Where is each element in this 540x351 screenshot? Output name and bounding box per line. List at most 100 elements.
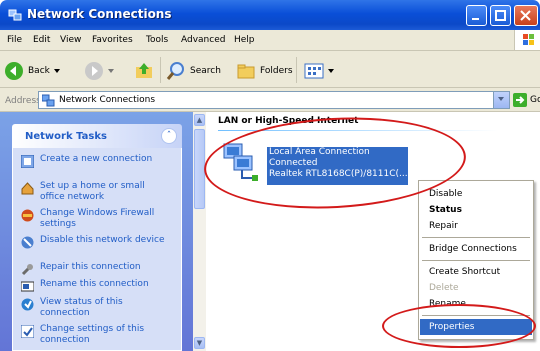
task-view-status[interactable]: View status of this connection	[21, 297, 170, 319]
menu-help[interactable]: Help	[234, 35, 255, 45]
go-label: Go	[530, 95, 540, 105]
toolbar-separator	[296, 57, 297, 83]
task-pane: Network Tasks ˆ Create a new connection …	[0, 112, 193, 351]
group-divider	[218, 130, 498, 131]
menu-view[interactable]: View	[60, 35, 81, 45]
back-button[interactable]: Back	[4, 60, 60, 82]
network-tasks-list: Create a new connection Set up a home or…	[12, 148, 182, 351]
new-connection-icon	[21, 155, 34, 168]
address-bar: Address Network Connections Go	[0, 88, 540, 112]
menu-edit[interactable]: Edit	[33, 35, 50, 45]
menu-favorites[interactable]: Favorites	[92, 35, 133, 45]
menu-advanced[interactable]: Advanced	[181, 35, 225, 45]
minimize-icon	[472, 18, 479, 20]
menu-bar: File Edit View Favorites Tools Advanced …	[0, 30, 540, 51]
connection-name: Local Area Connection	[269, 147, 370, 157]
menu-item-properties[interactable]: Properties	[420, 319, 532, 335]
address-field[interactable]: Network Connections	[38, 91, 510, 109]
context-menu: Disable Status Repair Bridge Connections…	[418, 180, 534, 340]
forward-button[interactable]	[84, 60, 114, 82]
menu-item-bridge-connections[interactable]: Bridge Connections	[420, 241, 532, 257]
task-label: Repair this connection	[40, 262, 141, 272]
task-label: Create a new connection	[40, 154, 153, 164]
menu-item-delete: Delete	[429, 283, 459, 293]
go-arrow-icon	[513, 93, 527, 107]
menu-separator	[422, 260, 530, 261]
windows-logo-icon	[514, 30, 540, 50]
window-title: Network Connections	[27, 7, 172, 21]
folders-label: Folders	[260, 66, 293, 76]
task-label: View status of this connection	[40, 297, 123, 318]
back-arrow-icon	[5, 62, 23, 80]
address-label: Address	[5, 96, 41, 106]
search-button[interactable]: Search	[166, 60, 221, 82]
address-dropdown-button[interactable]	[493, 92, 509, 108]
network-connections-icon	[8, 9, 22, 21]
chevron-down-icon	[108, 69, 114, 73]
back-label: Back	[28, 66, 50, 76]
task-home-network[interactable]: Set up a home or small office network	[21, 181, 170, 203]
menu-item-status[interactable]: Status	[420, 202, 532, 218]
menu-tools[interactable]: Tools	[146, 35, 168, 45]
task-repair[interactable]: Repair this connection	[21, 262, 170, 276]
scroll-up-icon[interactable]: ▲	[194, 114, 205, 126]
task-disable-device[interactable]: Disable this network device	[21, 235, 170, 249]
up-folder-button[interactable]	[134, 60, 154, 82]
task-pane-scrollbar[interactable]: ▲ ▼	[193, 112, 206, 351]
home-network-icon	[21, 182, 34, 195]
scroll-thumb[interactable]	[194, 129, 205, 209]
up-folder-icon	[136, 63, 152, 78]
task-label: Disable this network device	[40, 235, 165, 245]
search-label: Search	[190, 66, 221, 76]
menu-item-rename[interactable]: Rename	[420, 296, 532, 312]
toolbar-separator	[160, 57, 161, 83]
toolbar: Back Search Folders	[0, 51, 540, 88]
task-change-settings[interactable]: Change settings of this connection	[21, 324, 170, 346]
status-icon	[21, 298, 34, 311]
close-button[interactable]	[514, 5, 538, 26]
go-button[interactable]: Go	[513, 93, 540, 107]
task-create-connection[interactable]: Create a new connection	[21, 154, 170, 168]
task-label: Change settings of this connection	[40, 324, 145, 345]
network-tasks-header[interactable]: Network Tasks ˆ	[12, 124, 182, 148]
search-icon	[166, 62, 184, 80]
views-button[interactable]	[304, 60, 334, 82]
close-icon	[520, 10, 531, 21]
chevron-down-icon	[498, 97, 504, 101]
folders-button[interactable]: Folders	[236, 60, 293, 82]
wrench-icon	[21, 264, 33, 276]
address-value: Network Connections	[59, 95, 156, 105]
task-label: Set up a home or small office network	[40, 181, 145, 202]
chevron-down-icon	[53, 69, 60, 73]
menu-item-repair[interactable]: Repair	[420, 218, 532, 234]
views-icon	[304, 63, 324, 79]
rename-icon	[21, 281, 34, 292]
settings-icon	[21, 325, 34, 338]
connection-status: Connected	[269, 158, 318, 168]
menu-item-disable[interactable]: Disable	[420, 186, 532, 202]
menu-item-create-shortcut[interactable]: Create Shortcut	[420, 264, 532, 280]
task-label: Change Windows Firewall settings	[40, 208, 155, 229]
lan-connection-icon[interactable]	[220, 142, 262, 184]
collapse-chevron-icon[interactable]: ˆ	[161, 128, 177, 144]
menu-separator	[422, 315, 530, 316]
task-rename[interactable]: Rename this connection	[21, 279, 170, 293]
task-firewall[interactable]: Change Windows Firewall settings	[21, 208, 170, 230]
lan-connection-item[interactable]: Local Area Connection Connected Realtek …	[267, 147, 408, 185]
firewall-icon	[21, 209, 34, 222]
disable-device-icon	[21, 236, 34, 249]
forward-arrow-icon	[85, 62, 103, 80]
network-connections-icon	[42, 94, 55, 107]
minimize-button[interactable]	[466, 5, 487, 26]
title-bar[interactable]: Network Connections	[0, 0, 540, 30]
menu-file[interactable]: File	[7, 35, 22, 45]
task-label: Rename this connection	[40, 279, 149, 289]
connection-device: Realtek RTL8168C(P)/8111C(...	[269, 169, 408, 179]
folders-icon	[237, 64, 255, 79]
scroll-down-icon[interactable]: ▼	[194, 337, 205, 349]
group-heading: LAN or High-Speed Internet	[218, 116, 359, 126]
chevron-down-icon	[328, 69, 334, 73]
maximize-button[interactable]	[490, 5, 511, 26]
maximize-icon	[495, 10, 506, 21]
network-tasks-title: Network Tasks	[25, 131, 107, 142]
